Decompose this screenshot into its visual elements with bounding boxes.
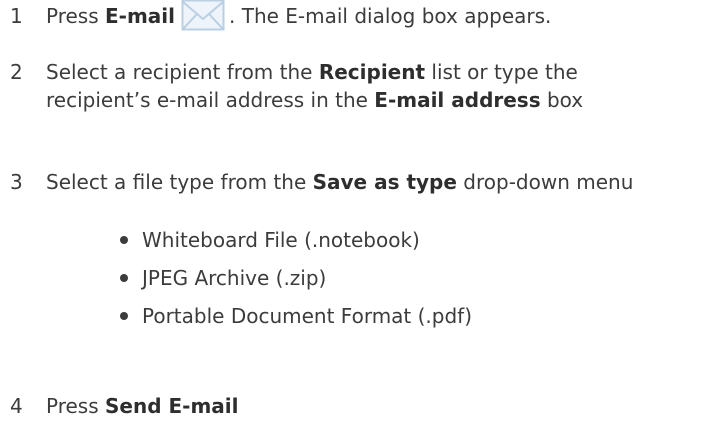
step-text-segment: Select a recipient from the bbox=[46, 60, 319, 84]
emphasis-email-address: E-mail address bbox=[374, 88, 541, 112]
file-type-label: Portable Document Format (.pdf) bbox=[142, 304, 473, 328]
step-text-segment: box bbox=[540, 88, 584, 112]
emphasis-send-email: Send E-mail bbox=[105, 394, 239, 418]
step-number: 4 bbox=[10, 394, 23, 418]
step-text-segment: Select a file type from the bbox=[46, 170, 313, 194]
step-text: Press E-mail . The E-mail dialog box app… bbox=[46, 0, 700, 31]
step-number: 1 bbox=[10, 4, 23, 28]
envelope-icon bbox=[181, 0, 225, 30]
file-type-label: Whiteboard File (.notebook) bbox=[142, 228, 420, 252]
step-text: Select a recipient from the Recipient li… bbox=[46, 58, 646, 114]
bullet-icon bbox=[120, 274, 128, 282]
step-2: 2 Select a recipient from the Recipient … bbox=[10, 58, 700, 114]
list-item: Portable Document Format (.pdf) bbox=[118, 302, 472, 340]
bullet-icon bbox=[120, 236, 128, 244]
file-type-label: JPEG Archive (.zip) bbox=[142, 266, 327, 290]
emphasis-email-button-name: E-mail bbox=[105, 4, 176, 28]
list-item: Whiteboard File (.notebook) bbox=[118, 226, 472, 264]
emphasis-save-as-type: Save as type bbox=[312, 170, 457, 194]
step-text-segment: . The E-mail dialog box appears. bbox=[229, 4, 552, 28]
step-1: 1 Press E-mail . The E-mail dialog box a… bbox=[10, 0, 700, 31]
step-text: Select a file type from the Save as type… bbox=[46, 168, 700, 196]
emphasis-recipient: Recipient bbox=[318, 60, 426, 84]
step-number: 2 bbox=[10, 60, 23, 84]
step-3: 3 Select a file type from the Save as ty… bbox=[10, 168, 700, 196]
step-number: 3 bbox=[10, 170, 23, 194]
step-text: Press Send E-mail bbox=[46, 392, 700, 420]
step-text-segment: Press bbox=[46, 4, 105, 28]
file-type-list: Whiteboard File (.notebook) JPEG Archive… bbox=[118, 226, 472, 340]
list-item: JPEG Archive (.zip) bbox=[118, 264, 472, 302]
bullet-icon bbox=[120, 312, 128, 320]
instruction-page: 1 Press E-mail . The E-mail dialog box a… bbox=[0, 0, 710, 431]
step-text-segment: drop-down menu bbox=[456, 170, 634, 194]
step-text-segment: Press bbox=[46, 394, 105, 418]
step-4: 4 Press Send E-mail bbox=[10, 392, 700, 420]
